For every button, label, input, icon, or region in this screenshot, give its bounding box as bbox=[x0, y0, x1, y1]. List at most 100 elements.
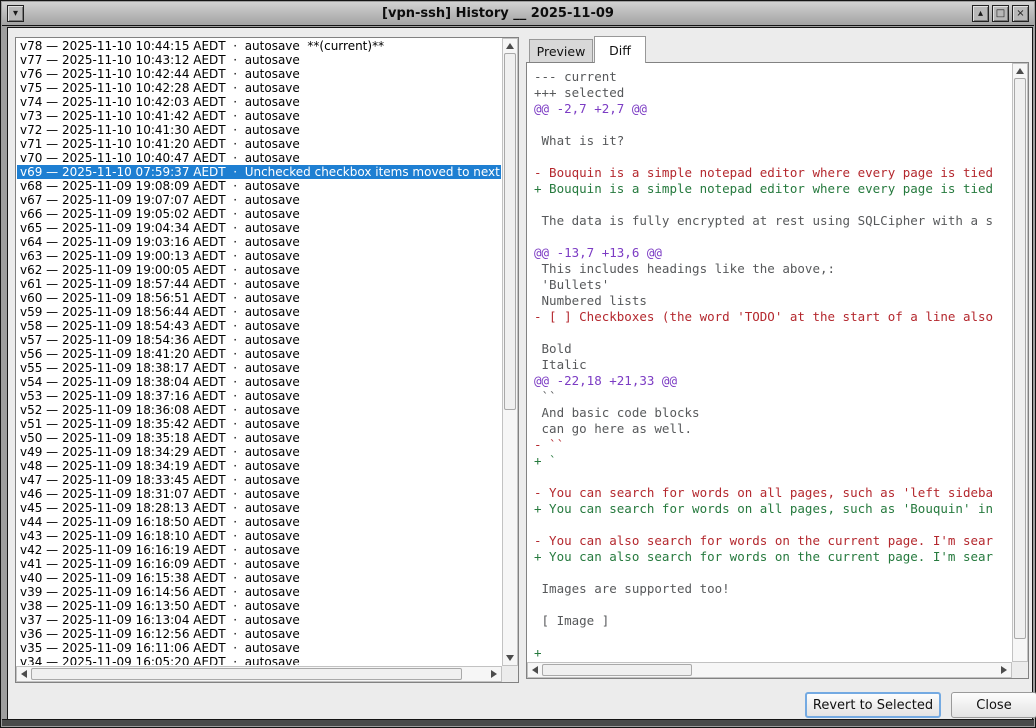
window-title: [vpn-ssh] History __ 2025-11-09 bbox=[24, 6, 972, 21]
close-button[interactable]: Close bbox=[951, 692, 1036, 718]
scroll-down-icon[interactable] bbox=[506, 655, 514, 661]
history-list-item[interactable]: v60 — 2025-11-09 18:56:51 AEDT · autosav… bbox=[17, 291, 501, 305]
diff-line: --- current bbox=[534, 69, 1011, 85]
history-list-item[interactable]: v68 — 2025-11-09 19:08:09 AEDT · autosav… bbox=[17, 179, 501, 193]
tab-diff[interactable]: Diff bbox=[594, 36, 646, 63]
diff-line: + You can also search for words on the c… bbox=[534, 549, 1011, 565]
close-icon: × bbox=[1016, 9, 1024, 19]
shade-window-button[interactable]: ▴ bbox=[972, 5, 989, 22]
diff-line bbox=[534, 469, 1011, 485]
diff-line: + You can search for words on all pages,… bbox=[534, 501, 1011, 517]
history-list-item[interactable]: v59 — 2025-11-09 18:56:44 AEDT · autosav… bbox=[17, 305, 501, 319]
history-list-item[interactable]: v55 — 2025-11-09 18:38:17 AEDT · autosav… bbox=[17, 361, 501, 375]
history-list-item[interactable]: v35 — 2025-11-09 16:11:06 AEDT · autosav… bbox=[17, 641, 501, 655]
history-list-item[interactable]: v78 — 2025-11-10 10:44:15 AEDT · autosav… bbox=[17, 39, 501, 53]
history-list-rows: v78 — 2025-11-10 10:44:15 AEDT · autosav… bbox=[17, 39, 501, 665]
diff-line bbox=[534, 325, 1011, 341]
history-list-item[interactable]: v42 — 2025-11-09 16:16:19 AEDT · autosav… bbox=[17, 543, 501, 557]
history-list-item[interactable]: v37 — 2025-11-09 16:13:04 AEDT · autosav… bbox=[17, 613, 501, 627]
close-window-button[interactable]: × bbox=[1012, 5, 1029, 22]
history-list-item[interactable]: v49 — 2025-11-09 18:34:29 AEDT · autosav… bbox=[17, 445, 501, 459]
version-history-listbox[interactable]: v78 — 2025-11-10 10:44:15 AEDT · autosav… bbox=[15, 37, 519, 683]
diff-line: Bold bbox=[534, 341, 1011, 357]
history-list-item[interactable]: v65 — 2025-11-09 19:04:34 AEDT · autosav… bbox=[17, 221, 501, 235]
history-list-item[interactable]: v56 — 2025-11-09 18:41:20 AEDT · autosav… bbox=[17, 347, 501, 361]
diff-horizontal-scrollbar[interactable] bbox=[527, 662, 1012, 678]
history-list-item[interactable]: v43 — 2025-11-09 16:18:10 AEDT · autosav… bbox=[17, 529, 501, 543]
diff-line: 'Bullets' bbox=[534, 277, 1011, 293]
history-list-item[interactable]: v53 — 2025-11-09 18:37:16 AEDT · autosav… bbox=[17, 389, 501, 403]
diff-line: The data is fully encrypted at rest usin… bbox=[534, 213, 1011, 229]
history-list-item[interactable]: v34 — 2025-11-09 16:05:20 AEDT · autosav… bbox=[17, 655, 501, 665]
history-list-item[interactable]: v39 — 2025-11-09 16:14:56 AEDT · autosav… bbox=[17, 585, 501, 599]
vertical-scroll-thumb[interactable] bbox=[1014, 78, 1026, 639]
scroll-up-icon[interactable] bbox=[506, 43, 514, 49]
titlebar[interactable]: ▾ [vpn-ssh] History __ 2025-11-09 ▴ □ × bbox=[2, 2, 1034, 26]
diff-line bbox=[534, 117, 1011, 133]
history-list-item[interactable]: v47 — 2025-11-09 18:33:45 AEDT · autosav… bbox=[17, 473, 501, 487]
history-list-horizontal-scrollbar[interactable] bbox=[16, 666, 502, 682]
diff-line: - Bouquin is a simple notepad editor whe… bbox=[534, 165, 1011, 181]
history-list-item[interactable]: v74 — 2025-11-10 10:42:03 AEDT · autosav… bbox=[17, 95, 501, 109]
history-list-item[interactable]: v41 — 2025-11-09 16:16:09 AEDT · autosav… bbox=[17, 557, 501, 571]
history-list-item[interactable]: v73 — 2025-11-10 10:41:42 AEDT · autosav… bbox=[17, 109, 501, 123]
shade-icon: ▴ bbox=[978, 9, 983, 19]
history-list-item[interactable]: v48 — 2025-11-09 18:34:19 AEDT · autosav… bbox=[17, 459, 501, 473]
diff-line: Images are supported too! bbox=[534, 581, 1011, 597]
history-list-item[interactable]: v57 — 2025-11-09 18:54:36 AEDT · autosav… bbox=[17, 333, 501, 347]
diff-vertical-scrollbar[interactable] bbox=[1012, 63, 1028, 662]
history-list-item[interactable]: v40 — 2025-11-09 16:15:38 AEDT · autosav… bbox=[17, 571, 501, 585]
history-list-item[interactable]: v58 — 2025-11-09 18:54:43 AEDT · autosav… bbox=[17, 319, 501, 333]
scroll-right-icon[interactable] bbox=[491, 670, 497, 678]
scroll-right-icon[interactable] bbox=[1001, 666, 1007, 674]
diff-pane: --- current+++ selected@@ -2,7 +2,7 @@ W… bbox=[526, 62, 1029, 679]
history-list-item[interactable]: v44 — 2025-11-09 16:18:50 AEDT · autosav… bbox=[17, 515, 501, 529]
diff-line: Italic bbox=[534, 357, 1011, 373]
history-list-item[interactable]: v52 — 2025-11-09 18:36:08 AEDT · autosav… bbox=[17, 403, 501, 417]
history-list-item[interactable]: v77 — 2025-11-10 10:43:12 AEDT · autosav… bbox=[17, 53, 501, 67]
history-list-item[interactable]: v63 — 2025-11-09 19:00:13 AEDT · autosav… bbox=[17, 249, 501, 263]
vertical-scroll-thumb[interactable] bbox=[504, 53, 516, 410]
history-list-item[interactable]: v62 — 2025-11-09 19:00:05 AEDT · autosav… bbox=[17, 263, 501, 277]
horizontal-scroll-thumb[interactable] bbox=[31, 668, 462, 680]
history-list-item[interactable]: v36 — 2025-11-09 16:12:56 AEDT · autosav… bbox=[17, 627, 501, 641]
maximize-window-button[interactable]: □ bbox=[992, 5, 1009, 22]
tab-preview[interactable]: Preview bbox=[529, 39, 593, 63]
scroll-up-icon[interactable] bbox=[1016, 68, 1024, 74]
diff-line bbox=[534, 597, 1011, 613]
diff-line: What is it? bbox=[534, 133, 1011, 149]
history-list-item[interactable]: v75 — 2025-11-10 10:42:28 AEDT · autosav… bbox=[17, 81, 501, 95]
diff-line: + bbox=[534, 645, 1011, 661]
history-list-item[interactable]: v54 — 2025-11-09 18:38:04 AEDT · autosav… bbox=[17, 375, 501, 389]
diff-line: And basic code blocks bbox=[534, 405, 1011, 421]
history-list-item[interactable]: v70 — 2025-11-10 10:40:47 AEDT · autosav… bbox=[17, 151, 501, 165]
history-list-item[interactable]: v76 — 2025-11-10 10:42:44 AEDT · autosav… bbox=[17, 67, 501, 81]
scrollbar-corner bbox=[1012, 662, 1028, 678]
history-list-item[interactable]: v67 — 2025-11-09 19:07:07 AEDT · autosav… bbox=[17, 193, 501, 207]
history-list-item[interactable]: v45 — 2025-11-09 18:28:13 AEDT · autosav… bbox=[17, 501, 501, 515]
scroll-left-icon[interactable] bbox=[21, 670, 27, 678]
window-frame-bottom bbox=[2, 719, 1034, 726]
history-list-item[interactable]: v69 — 2025-11-10 07:59:37 AEDT · Uncheck… bbox=[17, 165, 501, 179]
diff-line: @@ -22,18 +21,33 @@ bbox=[534, 373, 1011, 389]
diff-line bbox=[534, 629, 1011, 645]
revert-to-selected-button[interactable]: Revert to Selected bbox=[805, 692, 941, 718]
scroll-left-icon[interactable] bbox=[532, 666, 538, 674]
window-menu-button[interactable]: ▾ bbox=[7, 5, 24, 22]
history-list-item[interactable]: v64 — 2025-11-09 19:03:16 AEDT · autosav… bbox=[17, 235, 501, 249]
history-list-item[interactable]: v38 — 2025-11-09 16:13:50 AEDT · autosav… bbox=[17, 599, 501, 613]
diff-lines: --- current+++ selected@@ -2,7 +2,7 @@ W… bbox=[528, 64, 1011, 661]
history-list-item[interactable]: v51 — 2025-11-09 18:35:42 AEDT · autosav… bbox=[17, 417, 501, 431]
diff-line: @@ -13,7 +13,6 @@ bbox=[534, 245, 1011, 261]
history-list-vertical-scrollbar[interactable] bbox=[502, 38, 518, 666]
history-list-item[interactable]: v71 — 2025-11-10 10:41:20 AEDT · autosav… bbox=[17, 137, 501, 151]
history-list-item[interactable]: v50 — 2025-11-09 18:35:18 AEDT · autosav… bbox=[17, 431, 501, 445]
maximize-icon: □ bbox=[996, 9, 1005, 19]
diff-line: `` bbox=[534, 389, 1011, 405]
history-list-item[interactable]: v72 — 2025-11-10 10:41:30 AEDT · autosav… bbox=[17, 123, 501, 137]
diff-line bbox=[534, 517, 1011, 533]
history-list-item[interactable]: v46 — 2025-11-09 18:31:07 AEDT · autosav… bbox=[17, 487, 501, 501]
horizontal-scroll-thumb[interactable] bbox=[542, 664, 692, 676]
history-list-item[interactable]: v66 — 2025-11-09 19:05:02 AEDT · autosav… bbox=[17, 207, 501, 221]
history-list-item[interactable]: v61 — 2025-11-09 18:57:44 AEDT · autosav… bbox=[17, 277, 501, 291]
